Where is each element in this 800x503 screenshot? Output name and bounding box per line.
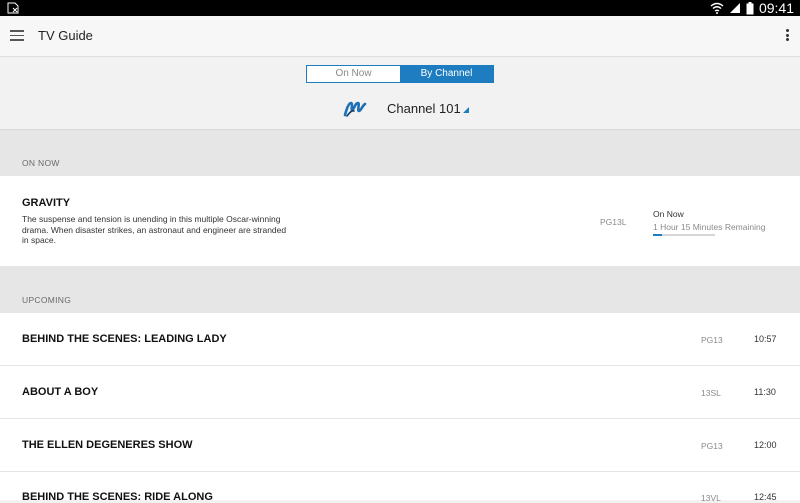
channel-selector-area: On Now By Channel Channel 101 (0, 57, 800, 130)
program-rating: PG13L (600, 217, 627, 227)
program-title: BEHIND THE SCENES: RIDE ALONG (22, 491, 213, 503)
program-rating: 13VL (701, 493, 721, 503)
clock: 09:41 (758, 0, 794, 16)
progress-fill (653, 234, 663, 236)
signal-icon (729, 3, 740, 13)
sim-missing-icon (7, 2, 19, 14)
tab-by-channel[interactable]: By Channel (400, 66, 493, 82)
section-header-on-now: ON NOW (0, 130, 800, 176)
progress-bar (653, 234, 715, 236)
list-item[interactable]: BEHIND THE SCENES: LEADING LADY PG13 10:… (0, 313, 800, 366)
app-title: TV Guide (38, 28, 93, 43)
dropdown-caret-icon[interactable] (463, 107, 469, 113)
program-status: On Now (653, 209, 684, 219)
tab-on-now[interactable]: On Now (307, 66, 400, 82)
program-title: GRAVITY (22, 197, 71, 209)
program-time: 10:57 (754, 334, 777, 344)
app-bar: TV Guide (0, 16, 800, 57)
battery-icon (746, 1, 754, 14)
program-rating: PG13 (701, 335, 723, 345)
program-title: BEHIND THE SCENES: LEADING LADY (22, 333, 227, 345)
time-remaining: 1 Hour 15 Minutes Remaining (653, 222, 766, 232)
channel-dropdown[interactable]: Channel 101 (387, 101, 461, 116)
program-title: ABOUT A BOY (22, 386, 99, 398)
program-time: 12:00 (754, 440, 777, 450)
section-title-upcoming: UPCOMING (22, 295, 72, 305)
program-title: THE ELLEN DEGENERES SHOW (22, 439, 193, 451)
menu-icon[interactable] (10, 30, 24, 42)
view-toggle: On Now By Channel (306, 65, 494, 83)
channel-logo-icon (343, 101, 367, 117)
list-item[interactable]: THE ELLEN DEGENERES SHOW PG13 12:00 (0, 419, 800, 472)
overflow-menu-icon[interactable] (784, 29, 790, 43)
section-title-on-now: ON NOW (22, 158, 60, 168)
program-description: The suspense and tension is unending in … (22, 214, 287, 245)
program-time: 12:45 (754, 492, 777, 502)
program-time: 11:30 (754, 387, 776, 397)
list-item[interactable]: BEHIND THE SCENES: RIDE ALONG 13VL 12:45 (0, 472, 800, 503)
list-item[interactable]: ABOUT A BOY 13SL 11:30 (0, 366, 800, 419)
wifi-icon (710, 2, 724, 14)
on-now-program[interactable]: GRAVITY The suspense and tension is unen… (0, 176, 800, 267)
status-bar: 09:41 (0, 0, 800, 16)
section-header-upcoming: UPCOMING (0, 266, 800, 313)
program-rating: PG13 (701, 441, 723, 451)
program-rating: 13SL (701, 388, 721, 398)
